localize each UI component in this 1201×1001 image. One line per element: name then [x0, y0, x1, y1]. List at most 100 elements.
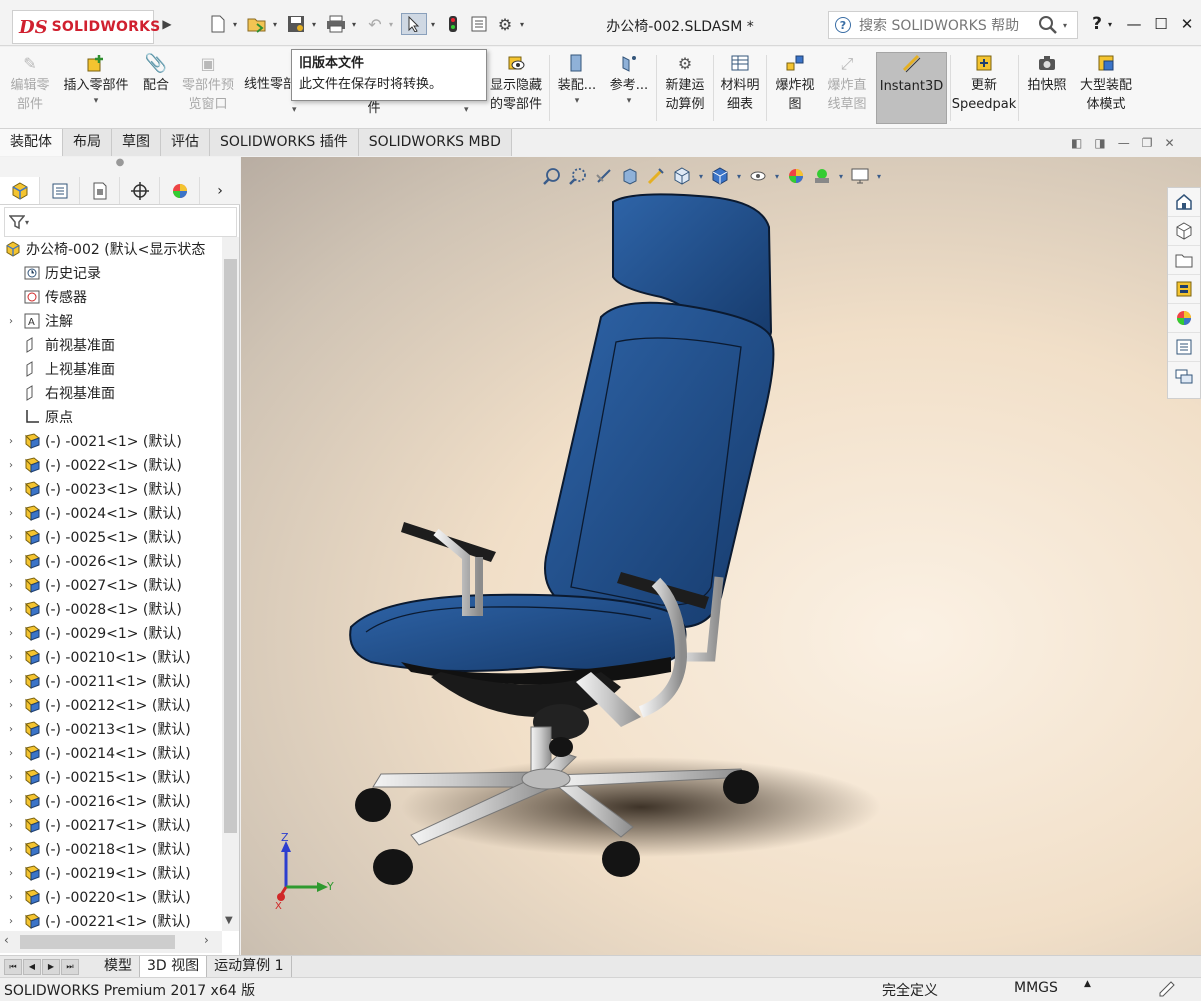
solidworks-forum-icon[interactable] — [1168, 362, 1200, 391]
property-manager-tab-icon[interactable] — [40, 177, 80, 204]
expand-arrow-icon[interactable]: › — [5, 532, 17, 543]
expand-arrow-icon[interactable]: › — [5, 772, 17, 783]
configuration-manager-tab-icon[interactable] — [80, 177, 120, 204]
scroll-down-icon[interactable]: ▼ — [225, 915, 233, 926]
tree-horizontal-scrollbar[interactable]: ‹ › — [0, 931, 222, 953]
scrollbar-thumb[interactable] — [224, 259, 237, 833]
tree-component-row[interactable]: › (-) -00216<1> (默认) — [0, 789, 222, 813]
component-preview-button[interactable]: ▣ 零部件预 览窗口 — [177, 52, 239, 124]
scrollbar-thumb[interactable] — [20, 935, 175, 949]
dropdown-arrow-icon[interactable]: ▾ — [575, 95, 580, 107]
expand-arrow-icon[interactable]: › — [5, 916, 17, 927]
expand-arrow-icon[interactable]: › — [5, 652, 17, 663]
feature-manager-tab-icon[interactable] — [0, 177, 40, 204]
tree-component-row[interactable]: › (-) -00213<1> (默认) — [0, 717, 222, 741]
print-dropdown-icon[interactable]: ▾ — [349, 13, 359, 35]
first-tab-icon[interactable]: ⏮ — [4, 958, 22, 975]
rebuild-traffic-light-icon[interactable] — [443, 13, 463, 35]
status-units[interactable]: MMGS — [1014, 980, 1058, 996]
minimize-icon[interactable]: — — [1121, 12, 1147, 36]
close-icon[interactable]: ✕ — [1174, 12, 1200, 36]
tree-item[interactable]: 历史记录 — [0, 261, 222, 285]
expand-arrow-icon[interactable]: › — [5, 316, 17, 327]
tree-component-row[interactable]: › (-) -00211<1> (默认) — [0, 669, 222, 693]
print-icon[interactable] — [324, 13, 348, 35]
next-tab-icon[interactable]: ▶ — [42, 958, 60, 975]
assembly-features-button[interactable]: 装配... ▾ — [554, 52, 600, 124]
undo-dropdown-icon[interactable]: ▾ — [386, 13, 396, 35]
tree-component-row[interactable]: › (-) -00214<1> (默认) — [0, 741, 222, 765]
menu-expand-icon[interactable]: ▶ — [160, 13, 174, 35]
maximize-icon[interactable]: ☐ — [1148, 12, 1174, 36]
pattern-dropdown-icon[interactable]: ▾ — [292, 105, 297, 115]
tree-root-assembly[interactable]: 办公椅-002 (默认<显示状态 — [0, 237, 222, 261]
tree-item[interactable]: 上视基准面 — [0, 357, 222, 381]
viewport-prev-icon[interactable]: ◧ — [1071, 136, 1082, 150]
help-search-box[interactable]: ? 搜索 SOLIDWORKS 帮助 ▾ — [828, 11, 1078, 39]
dimxpert-tab-icon[interactable] — [120, 177, 160, 204]
file-properties-icon[interactable] — [468, 13, 490, 35]
tree-item[interactable]: 传感器 — [0, 285, 222, 309]
viewport-restore-icon[interactable]: ❐ — [1142, 136, 1153, 150]
expand-arrow-icon[interactable]: › — [5, 628, 17, 639]
last-tab-icon[interactable]: ⏭ — [61, 958, 79, 975]
tree-component-row[interactable]: › (-) -0027<1> (默认) — [0, 573, 222, 597]
tree-filter-box[interactable]: ▾ — [4, 207, 237, 237]
tab-evaluate[interactable]: 评估 — [161, 129, 210, 156]
help-dropdown-icon[interactable]: ▾ — [1104, 12, 1116, 36]
show-hidden-components-button[interactable]: 显示隐藏 的零部件 — [486, 52, 546, 124]
instant3d-button[interactable]: Instant3D — [876, 52, 947, 124]
expand-arrow-icon[interactable]: › — [5, 676, 17, 687]
viewport-next-icon[interactable]: ◨ — [1094, 136, 1105, 150]
tree-component-row[interactable]: › (-) -0025<1> (默认) — [0, 525, 222, 549]
tree-vertical-scrollbar[interactable] — [222, 237, 239, 931]
tree-item[interactable]: 右视基准面 — [0, 381, 222, 405]
save-icon[interactable] — [284, 13, 308, 35]
new-motion-study-button[interactable]: ⚙ 新建运 动算例 — [660, 52, 710, 124]
panel-collapse-handle[interactable]: ● — [0, 157, 240, 177]
tree-component-row[interactable]: › (-) -00212<1> (默认) — [0, 693, 222, 717]
update-speedpak-button[interactable]: 更新 Speedpak — [952, 52, 1016, 124]
mate-button[interactable]: 📎 配合 — [136, 52, 176, 124]
bill-of-materials-button[interactable]: 材料明 细表 — [716, 52, 764, 124]
prev-tab-icon[interactable]: ◀ — [23, 958, 41, 975]
tree-component-row[interactable]: › (-) -00217<1> (默认) — [0, 813, 222, 837]
expand-arrow-icon[interactable]: › — [5, 580, 17, 591]
tree-component-row[interactable]: › (-) -00219<1> (默认) — [0, 861, 222, 885]
options-dropdown-icon[interactable]: ▾ — [517, 13, 527, 35]
tab-layout[interactable]: 布局 — [63, 129, 112, 156]
file-explorer-icon[interactable] — [1168, 246, 1200, 275]
status-help-icon[interactable] — [1158, 979, 1176, 1001]
edit-component-button[interactable]: ✎ 编辑零 部件 — [4, 52, 56, 124]
tab-3d-view[interactable]: 3D 视图 — [140, 956, 208, 977]
open-dropdown-icon[interactable]: ▾ — [270, 13, 280, 35]
options-gear-icon[interactable]: ⚙ — [494, 13, 516, 35]
tree-component-row[interactable]: › (-) -0028<1> (默认) — [0, 597, 222, 621]
select-dropdown-icon[interactable]: ▾ — [428, 13, 438, 35]
tree-item[interactable]: 前视基准面 — [0, 333, 222, 357]
dropdown-arrow-icon[interactable]: ▾ — [627, 95, 632, 107]
large-assembly-mode-button[interactable]: 大型装配 体模式 — [1074, 52, 1138, 124]
tab-addins[interactable]: SOLIDWORKS 插件 — [210, 129, 359, 156]
explode-line-sketch-button[interactable]: ⤢ 爆炸直 线草图 — [822, 52, 872, 124]
tree-item[interactable]: › A 注解 — [0, 309, 222, 333]
undo-icon[interactable]: ↶ — [364, 13, 386, 35]
new-document-icon[interactable] — [206, 13, 230, 35]
tab-mbd[interactable]: SOLIDWORKS MBD — [358, 129, 512, 156]
tree-component-row[interactable]: › (-) -0026<1> (默认) — [0, 549, 222, 573]
expand-arrow-icon[interactable]: › — [5, 868, 17, 879]
linear-pattern-button[interactable]: 线性零部 — [242, 52, 298, 124]
search-icon[interactable] — [1033, 15, 1063, 35]
solidworks-logo[interactable]: DS SOLIDWORKS — [12, 10, 160, 44]
display-manager-tab-icon[interactable] — [160, 177, 200, 204]
scroll-left-icon[interactable]: ‹ — [4, 933, 9, 947]
tree-component-row[interactable]: › (-) -00221<1> (默认) — [0, 909, 222, 931]
expand-arrow-icon[interactable]: › — [5, 556, 17, 567]
expand-arrow-icon[interactable]: › — [5, 892, 17, 903]
smart-fastener-dropdown-icon[interactable]: ▾ — [464, 105, 469, 115]
expand-arrow-icon[interactable]: › — [5, 604, 17, 615]
new-dropdown-icon[interactable]: ▾ — [230, 13, 240, 35]
tree-item[interactable]: 原点 — [0, 405, 222, 429]
tree-component-row[interactable]: › (-) -00220<1> (默认) — [0, 885, 222, 909]
tab-assembly[interactable]: 装配体 — [0, 129, 63, 156]
